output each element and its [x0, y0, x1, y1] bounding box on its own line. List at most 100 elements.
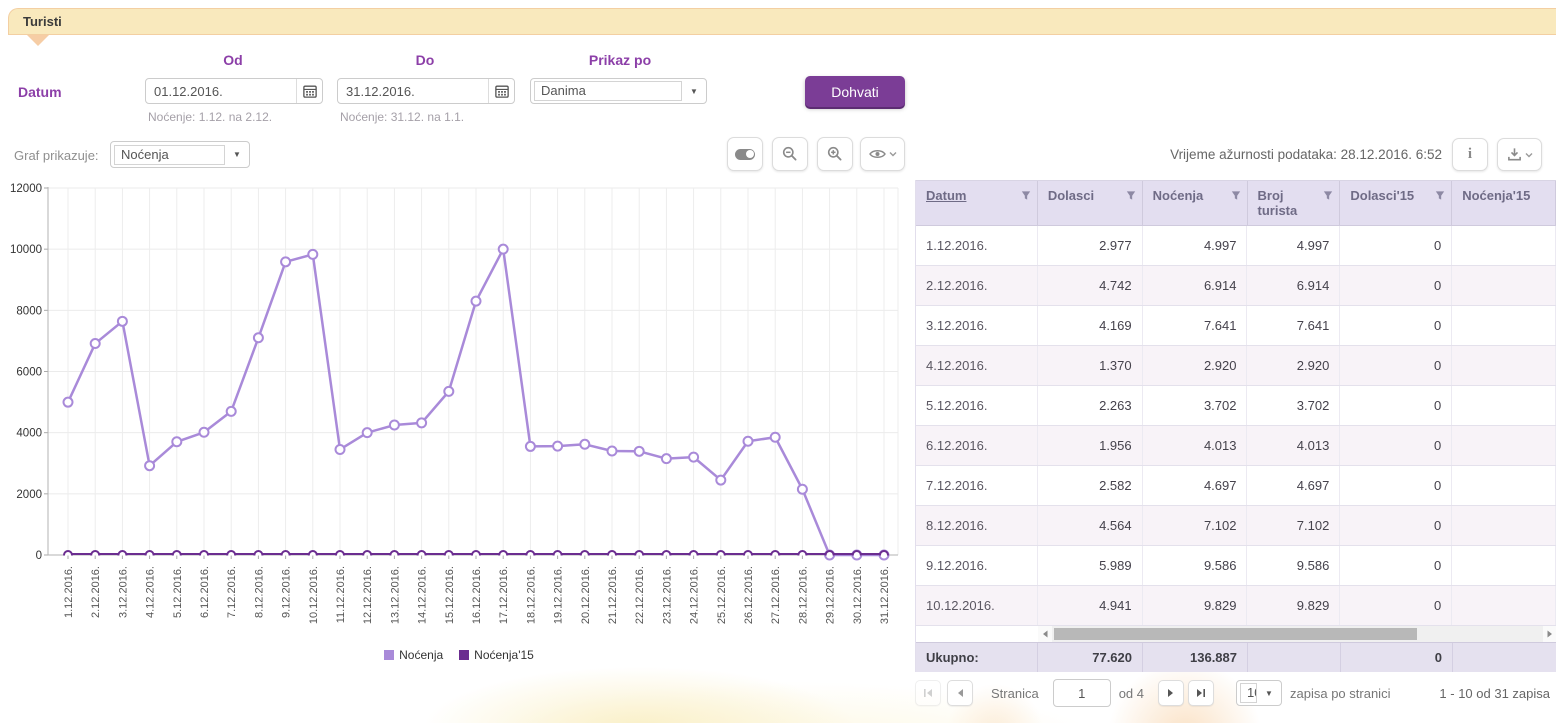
scrollbar-track[interactable]	[1052, 626, 1543, 642]
filter-icon[interactable]	[1231, 190, 1241, 201]
table-cell: 0	[1340, 546, 1452, 585]
column-header-label[interactable]: Noćenja'15	[1462, 188, 1530, 203]
svg-text:30.12.2016.: 30.12.2016.	[852, 566, 864, 624]
column-header-5: Dolasci'15	[1340, 181, 1452, 225]
table-cell: 7.102	[1143, 506, 1248, 545]
svg-text:10.12.2016.: 10.12.2016.	[308, 566, 320, 624]
table-row[interactable]: 1.12.2016.2.9774.9974.9970	[916, 226, 1556, 266]
calendar-icon[interactable]	[488, 79, 514, 103]
table-cell: 0	[1340, 466, 1452, 505]
table-cell: 4.169	[1038, 306, 1143, 345]
page-of-label: od 4	[1119, 686, 1144, 701]
next-page-button[interactable]	[1158, 680, 1184, 706]
eye-icon	[869, 148, 886, 160]
page-size-select[interactable]: 10 ▼	[1236, 680, 1282, 706]
table-cell: 2.582	[1038, 466, 1143, 505]
first-page-icon	[923, 688, 933, 698]
table-cell	[1452, 546, 1556, 585]
datum-label: Datum	[18, 84, 62, 100]
table-row[interactable]: 3.12.2016.4.1697.6417.6410	[916, 306, 1556, 346]
date-to-input[interactable]	[338, 79, 488, 103]
chevron-down-icon: ▼	[225, 150, 249, 159]
table-cell: 2.920	[1143, 346, 1248, 385]
table-row[interactable]: 7.12.2016.2.5824.6974.6970	[916, 466, 1556, 506]
svg-text:28.12.2016.: 28.12.2016.	[797, 566, 809, 624]
table-cell: 7.102	[1247, 506, 1340, 545]
dohvati-button[interactable]: Dohvati	[805, 76, 905, 107]
first-page-button[interactable]	[915, 680, 941, 706]
table-cell: 7.641	[1143, 306, 1248, 345]
previous-page-button[interactable]	[947, 680, 973, 706]
table-cell: 0	[1340, 266, 1452, 305]
table-cell: 3.702	[1143, 386, 1248, 425]
date-from-input[interactable]	[146, 79, 296, 103]
horizontal-scrollbar[interactable]	[1038, 626, 1556, 642]
svg-text:13.12.2016.: 13.12.2016.	[389, 566, 401, 624]
zoom-out-icon	[782, 146, 798, 162]
prikaz-po-select[interactable]: Danima ▼	[530, 78, 707, 104]
column-header-label[interactable]: Broj turista	[1258, 188, 1324, 218]
table-cell: 4.997	[1247, 226, 1340, 265]
zoom-in-icon	[827, 146, 843, 162]
svg-text:0: 0	[36, 550, 42, 562]
next-page-icon	[1167, 688, 1175, 698]
table-cell: 9.829	[1247, 586, 1340, 625]
svg-text:1.12.2016.: 1.12.2016.	[63, 566, 75, 618]
table-cell	[1452, 306, 1556, 345]
scroll-left-icon[interactable]	[1038, 626, 1052, 642]
table-cell: 1.956	[1038, 426, 1143, 465]
legend-item[interactable]: Noćenja	[384, 648, 443, 662]
table-cell: 4.12.2016.	[916, 346, 1038, 385]
column-header-label[interactable]: Noćenja	[1153, 188, 1204, 203]
filter-icon[interactable]	[1126, 190, 1136, 201]
page-number-input[interactable]	[1053, 679, 1111, 707]
toggle-chart-button[interactable]	[727, 137, 763, 171]
info-button[interactable]: i	[1452, 138, 1488, 171]
date-from-note: Noćenje: 1.12. na 2.12.	[148, 110, 272, 124]
svg-text:7.12.2016.: 7.12.2016.	[226, 566, 238, 618]
table-row[interactable]: 6.12.2016.1.9564.0134.0130	[916, 426, 1556, 466]
table-cell: 1.370	[1038, 346, 1143, 385]
table-cell: 0	[1340, 306, 1452, 345]
table-row[interactable]: 5.12.2016.2.2633.7023.7020	[916, 386, 1556, 426]
filter-icon[interactable]	[1323, 190, 1333, 201]
svg-text:19.12.2016.: 19.12.2016.	[553, 566, 565, 624]
last-page-button[interactable]	[1188, 680, 1214, 706]
table-row[interactable]: 9.12.2016.5.9899.5869.5860	[916, 546, 1556, 586]
calendar-icon[interactable]	[296, 79, 322, 103]
table-row[interactable]: 4.12.2016.1.3702.9202.9200	[916, 346, 1556, 386]
export-download-button[interactable]	[1497, 138, 1542, 171]
legend-item[interactable]: Noćenja'15	[459, 648, 534, 662]
tab-turisti[interactable]: Turisti	[23, 14, 62, 29]
svg-text:31.12.2016.: 31.12.2016.	[879, 566, 891, 624]
table-row[interactable]: 8.12.2016.4.5647.1027.1020	[916, 506, 1556, 546]
table-cell: 7.641	[1247, 306, 1340, 345]
download-icon	[1507, 147, 1522, 162]
last-page-icon	[1196, 688, 1206, 698]
filter-icon[interactable]	[1021, 190, 1031, 201]
table-cell: 7.12.2016.	[916, 466, 1038, 505]
table-row[interactable]: 2.12.2016.4.7426.9146.9140	[916, 266, 1556, 306]
svg-text:14.12.2016.: 14.12.2016.	[417, 566, 429, 624]
zoom-out-button[interactable]	[772, 137, 808, 171]
table-cell: 9.829	[1143, 586, 1248, 625]
column-header-label[interactable]: Dolasci	[1048, 188, 1094, 203]
graf-prikazuje-select[interactable]: Noćenja ▼	[110, 141, 250, 168]
toggle-icon	[735, 149, 755, 160]
svg-text:9.12.2016.: 9.12.2016.	[281, 566, 293, 618]
column-header-label[interactable]: Datum	[926, 188, 966, 203]
legend-swatch-icon	[459, 650, 469, 660]
tab-bar: Turisti	[8, 8, 1556, 35]
column-header-label[interactable]: Dolasci'15	[1350, 188, 1414, 203]
svg-text:16.12.2016.: 16.12.2016.	[471, 566, 483, 624]
table-cell: 4.997	[1143, 226, 1248, 265]
visibility-menu-button[interactable]	[860, 137, 905, 171]
zoom-in-button[interactable]	[817, 137, 853, 171]
data-freshness-label: Vrijeme ažurnosti podataka: 28.12.2016. …	[1170, 147, 1442, 162]
filter-icon[interactable]	[1435, 190, 1445, 201]
scroll-right-icon[interactable]	[1543, 626, 1556, 642]
table-row[interactable]: 10.12.2016.4.9419.8299.8290	[916, 586, 1556, 626]
table-cell: 4.697	[1143, 466, 1248, 505]
table-cell: 8.12.2016.	[916, 506, 1038, 545]
scrollbar-thumb[interactable]	[1054, 628, 1417, 640]
